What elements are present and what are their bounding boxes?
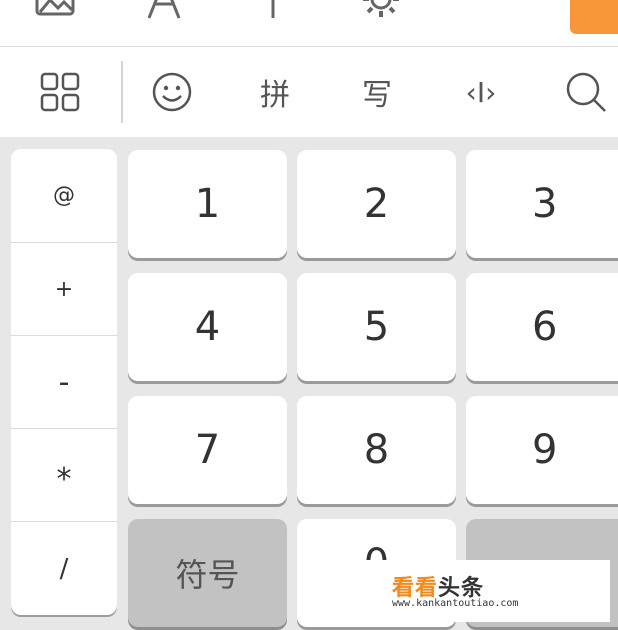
number-keyboard: @ + - * / 1 2 3 4 5 6 7 8 9 符号 — [0, 137, 618, 630]
key-3[interactable]: 3 — [466, 150, 618, 258]
symbol-key-at[interactable]: @ — [11, 149, 117, 242]
watermark-url: www.kankantoutiao.com — [392, 598, 519, 609]
symbol-label: - — [58, 365, 70, 400]
key-label: 2 — [363, 181, 390, 227]
symbol-label: * — [56, 461, 72, 497]
key-label: 符号 — [175, 556, 240, 594]
symbols-key[interactable]: 符号 — [128, 519, 287, 627]
key-9[interactable]: 9 — [466, 396, 618, 504]
symbol-label: / — [59, 553, 69, 584]
image-icon[interactable] — [34, 0, 76, 20]
toolbar-divider — [121, 61, 123, 123]
cursor-move-icon[interactable] — [252, 0, 294, 20]
pinyin-label: 拼 — [260, 78, 290, 113]
handwriting-label: 写 — [362, 78, 392, 113]
cursor-edit-icon[interactable]: ‹I› — [451, 47, 511, 137]
key-label: 7 — [194, 427, 221, 473]
ime-toolbar: 拼 写 ‹I› — [0, 47, 618, 137]
key-6[interactable]: 6 — [466, 273, 618, 381]
key-label: 3 — [532, 181, 558, 227]
emoji-icon[interactable] — [142, 47, 202, 137]
symbol-key-asterisk[interactable]: * — [11, 428, 117, 521]
top-toolbar — [0, 0, 618, 47]
key-label: 4 — [194, 304, 221, 350]
key-7[interactable]: 7 — [128, 396, 287, 504]
key-label: 8 — [363, 427, 390, 473]
orange-action-tab[interactable] — [570, 0, 618, 34]
symbol-column: @ + - * / — [11, 149, 117, 615]
key-5[interactable]: 5 — [297, 273, 456, 381]
key-label: 9 — [532, 427, 558, 473]
key-label: 1 — [194, 181, 221, 227]
symbol-label: + — [54, 277, 74, 302]
keyboard-screen: 拼 写 ‹I› @ + - * / 1 2 3 4 5 6 7 8 9 符号 看… — [0, 0, 618, 630]
key-2[interactable]: 2 — [297, 150, 456, 258]
search-icon[interactable] — [558, 47, 614, 137]
key-4[interactable]: 4 — [128, 273, 287, 381]
cursor-edit-label: ‹I› — [465, 75, 497, 109]
symbol-key-slash[interactable]: / — [11, 521, 117, 615]
pinyin-button[interactable]: 拼 — [245, 47, 305, 137]
gear-icon[interactable] — [360, 0, 402, 20]
key-label: 5 — [363, 304, 390, 350]
symbol-key-minus[interactable]: - — [11, 335, 117, 429]
symbol-key-plus[interactable]: + — [11, 242, 117, 336]
symbol-label: @ — [53, 183, 75, 208]
key-1[interactable]: 1 — [128, 150, 287, 258]
key-8[interactable]: 8 — [297, 396, 456, 504]
watermark: 看看头条 www.kankantoutiao.com — [306, 560, 610, 622]
key-label: 6 — [532, 304, 558, 350]
handwriting-button[interactable]: 写 — [347, 47, 407, 137]
font-icon[interactable] — [143, 0, 185, 20]
grid-menu-icon[interactable] — [30, 47, 90, 137]
